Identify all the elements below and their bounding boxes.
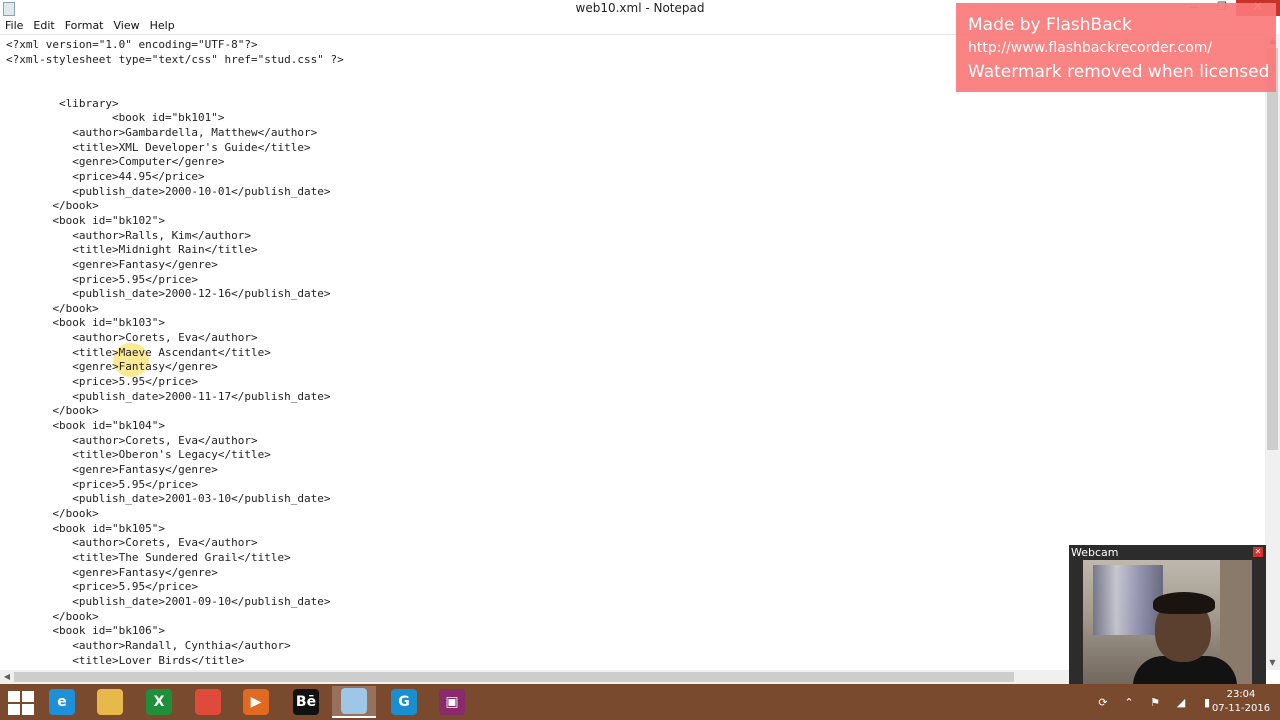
editor-line: <author>Corets, Eva</author> xyxy=(6,433,258,447)
editor-line: <title>Maeve Ascendant</title> xyxy=(6,345,271,359)
editor-line: <book id="bk106"> xyxy=(6,624,165,638)
editor-line: <publish_date>2001-03-10</publish_date> xyxy=(6,492,331,506)
recorder-icon: ▣ xyxy=(439,689,465,715)
windows-logo-icon xyxy=(8,691,20,702)
update-icon[interactable]: ⟳ xyxy=(1095,694,1111,710)
taskbar-pdf-app[interactable]: G xyxy=(382,686,426,718)
editor-line: <book id="bk105"> xyxy=(6,521,165,535)
editor-line: <genre>Computer</genre> xyxy=(6,155,225,169)
menu-file[interactable]: File xyxy=(0,18,28,34)
editor-line: <price>44.95</price> xyxy=(6,169,205,183)
horizontal-scroll-thumb[interactable] xyxy=(14,672,1014,682)
file-explorer-icon xyxy=(97,689,123,715)
editor-line: <publish_date>2001-09-10</publish_date> xyxy=(6,594,331,608)
webcam-title: Webcam xyxy=(1071,546,1119,559)
editor-line: <?xml-stylesheet type="text/css" href="s… xyxy=(6,52,344,66)
taskbar-behance[interactable]: Bē xyxy=(284,686,328,718)
editor-line: </book> xyxy=(6,404,99,418)
editor-line: <library> xyxy=(6,96,119,110)
scroll-left-icon[interactable]: ◀ xyxy=(0,670,14,684)
menu-help[interactable]: Help xyxy=(145,18,180,34)
vertical-scrollbar[interactable]: ▲ ▼ xyxy=(1265,34,1280,670)
taskbar-recorder[interactable]: ▣ xyxy=(430,686,474,718)
clock-date: 07-11-2016 xyxy=(1211,703,1271,714)
windows-logo-icon-part xyxy=(22,704,34,715)
editor-line: </book> xyxy=(6,199,99,213)
editor-line: <author>Ralls, Kim</author> xyxy=(6,228,252,242)
editor-line: <?xml version="1.0" encoding="UTF-8"?> xyxy=(6,38,258,51)
show-hidden-icons-icon[interactable]: ⌃ xyxy=(1121,694,1137,710)
watermark-title: Made by FlashBack xyxy=(968,15,1132,35)
webcam-background xyxy=(1093,565,1163,635)
taskbar-excel[interactable]: X xyxy=(137,686,181,718)
vertical-scroll-thumb[interactable] xyxy=(1267,48,1278,450)
flag-icon[interactable]: ⚑ xyxy=(1147,694,1163,710)
webcam-close-icon[interactable]: ✕ xyxy=(1253,547,1263,557)
taskbar-internet-explorer[interactable]: e xyxy=(40,686,84,718)
start-button[interactable] xyxy=(4,689,34,715)
editor-line: <title>Oberon's Legacy</title> xyxy=(6,448,271,462)
editor-line: <book id="bk104"> xyxy=(6,419,165,433)
editor-line: <price>5.95</price> xyxy=(6,272,199,286)
editor-line: <book id="bk102"> xyxy=(6,213,165,227)
editor-line: <price>5.95</price> xyxy=(6,375,199,389)
editor-line: <price>5.95</price> xyxy=(6,580,199,594)
editor-line: <author>Randall, Cynthia</author> xyxy=(6,638,291,652)
editor-line: <title>The Sundered Grail</title> xyxy=(6,550,291,564)
editor-text[interactable]: <?xml version="1.0" encoding="UTF-8"?> <?… xyxy=(6,38,344,671)
editor-line: <author>Corets, Eva</author> xyxy=(6,331,258,345)
taskbar-file-explorer[interactable] xyxy=(88,686,132,718)
behance-icon: Bē xyxy=(293,689,319,715)
editor-line: <title>XML Developer's Guide</title> xyxy=(6,140,311,154)
system-tray: ⟳ ⌃ ⚑ ◢ ▮ xyxy=(1095,690,1215,714)
menu-view[interactable]: View xyxy=(109,18,145,34)
editor-line: </book> xyxy=(6,301,99,315)
notepad-icon xyxy=(341,688,367,714)
editor-line: <author>Corets, Eva</author> xyxy=(6,536,258,550)
pdf-app-icon: G xyxy=(391,689,417,715)
taskbar-chrome[interactable] xyxy=(186,686,230,718)
editor-line: <genre>Fantasy</genre> xyxy=(6,463,218,477)
editor-line: </book> xyxy=(6,507,99,520)
editor-line: <book id="bk101"> xyxy=(6,111,225,125)
webcam-feed xyxy=(1083,560,1252,688)
taskbar: e X ▶ Bē G ▣ ⟳ ⌃ ⚑ ◢ ▮ 23:04 07-11-2016 xyxy=(0,684,1280,720)
editor-line: <publish_date>2000-12-16</publish_date> xyxy=(6,287,331,301)
excel-icon: X xyxy=(146,689,172,715)
clock-time: 23:04 xyxy=(1226,689,1256,700)
watermark-url: http://www.flashbackrecorder.com/ xyxy=(968,40,1213,56)
menu-format[interactable]: Format xyxy=(60,18,109,34)
editor-line: <genre>Fantasy</genre> xyxy=(6,360,218,374)
scroll-down-icon[interactable]: ▼ xyxy=(1265,656,1280,670)
editor-line: <publish_date>2000-11-17</publish_date> xyxy=(6,389,331,403)
editor-line: <genre>Fantasy</genre> xyxy=(6,565,218,579)
internet-explorer-icon: e xyxy=(49,689,75,715)
webcam-person-hair xyxy=(1153,592,1215,614)
webcam-window[interactable]: Webcam ✕ xyxy=(1069,545,1266,688)
editor-line: <author>Gambardella, Matthew</author> xyxy=(6,125,318,139)
chrome-icon xyxy=(195,689,221,715)
recorder-watermark: Made by FlashBack http://www.flashbackre… xyxy=(956,3,1276,92)
editor-line: <title>Lover Birds</title> xyxy=(6,653,245,667)
media-player-icon: ▶ xyxy=(243,689,269,715)
network-icon[interactable]: ◢ xyxy=(1173,694,1189,710)
menu-edit[interactable]: Edit xyxy=(28,18,59,34)
taskbar-notepad[interactable] xyxy=(332,686,376,718)
editor-line: <title>Midnight Rain</title> xyxy=(6,243,258,257)
editor-line: <book id="bk103"> xyxy=(6,316,165,330)
editor-line: <publish_date>2000-10-01</publish_date> xyxy=(6,184,331,198)
editor-line: <price>5.95</price> xyxy=(6,477,199,491)
watermark-notice: Watermark removed when licensed xyxy=(968,62,1270,82)
taskbar-media-player[interactable]: ▶ xyxy=(234,686,278,718)
clock[interactable]: 23:04 07-11-2016 xyxy=(1208,688,1274,716)
editor-line: <genre>Fantasy</genre> xyxy=(6,257,218,271)
editor-line: </book> xyxy=(6,609,99,623)
windows-logo-icon-part xyxy=(22,691,34,702)
windows-logo-icon-part xyxy=(8,704,20,715)
